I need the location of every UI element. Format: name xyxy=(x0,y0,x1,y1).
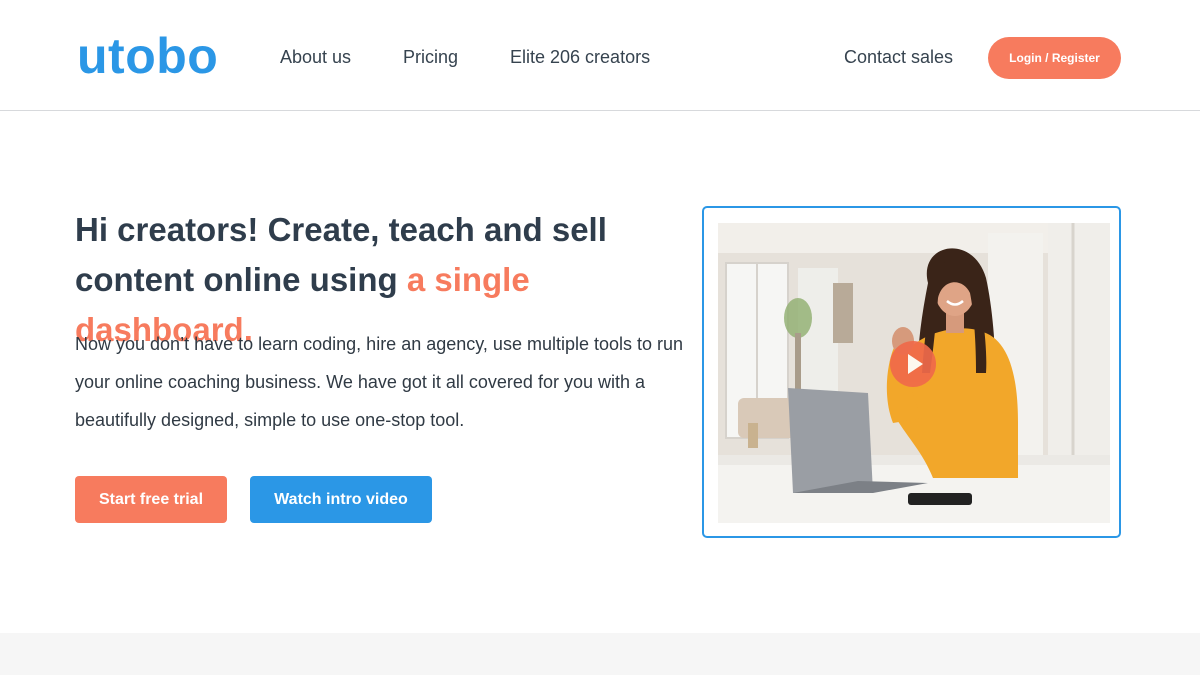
site-header: utobo About us Pricing Elite 206 creator… xyxy=(0,0,1200,111)
nav-about-us[interactable]: About us xyxy=(280,45,351,69)
start-free-trial-button[interactable]: Start free trial xyxy=(75,476,227,523)
play-icon[interactable] xyxy=(890,341,936,387)
nav-contact-sales[interactable]: Contact sales xyxy=(844,45,953,69)
next-section-band xyxy=(0,633,1200,675)
headline-line-1: Hi creators! Create, teach and sell xyxy=(75,211,607,248)
intro-video-frame xyxy=(702,206,1121,538)
watch-intro-video-button[interactable]: Watch intro video xyxy=(250,476,432,523)
nav-elite-creators[interactable]: Elite 206 creators xyxy=(510,45,650,69)
video-thumbnail[interactable] xyxy=(718,223,1110,523)
hero-subtext: Now you don’t have to learn coding, hire… xyxy=(75,334,684,430)
nav-pricing[interactable]: Pricing xyxy=(403,45,458,69)
login-register-button[interactable]: Login / Register xyxy=(988,37,1121,79)
headline-line-2: content online using xyxy=(75,261,407,298)
utobo-logo[interactable]: utobo xyxy=(77,26,218,86)
